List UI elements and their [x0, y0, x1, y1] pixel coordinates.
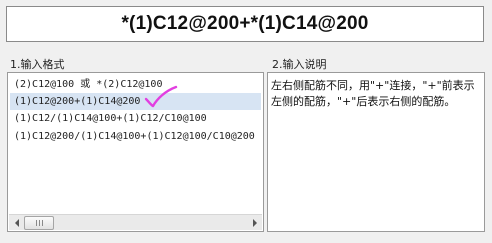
list-item-format-2[interactable]: (1)C12@200+(1)C14@200: [10, 93, 261, 110]
description-panel: 左右侧配筋不同，用"+"连接，"+"前表示左侧的配筋，"+"后表示右侧的配筋。: [267, 72, 485, 232]
list-item-format-3[interactable]: (1)C12/(1)C14@100+(1)C12/C10@100: [10, 110, 261, 127]
scroll-right-icon[interactable]: [248, 216, 261, 229]
formula-display[interactable]: *(1)C12@200+*(1)C14@200: [6, 6, 484, 42]
list-item-format-1[interactable]: (2)C12@100 或 *(2)C12@100: [10, 76, 261, 93]
formula-text: *(1)C12@200+*(1)C14@200: [121, 13, 369, 34]
horizontal-scrollbar[interactable]: [9, 214, 262, 230]
checkmark-icon: [144, 85, 178, 108]
input-format-label: 1.输入格式: [10, 58, 65, 71]
scrollbar-thumb[interactable]: [24, 216, 54, 230]
description-text: 左右侧配筋不同，用"+"连接，"+"前表示左侧的配筋，"+"后表示右侧的配筋。: [271, 79, 475, 108]
input-description-label: 2.输入说明: [272, 58, 327, 71]
list-item-format-4[interactable]: (1)C12@200/(1)C14@100+(1)C12@100/C10@200: [10, 128, 261, 145]
format-list[interactable]: (2)C12@100 或 *(2)C12@100 (1)C12@200+(1)C…: [7, 72, 264, 232]
scroll-left-icon[interactable]: [10, 216, 23, 229]
